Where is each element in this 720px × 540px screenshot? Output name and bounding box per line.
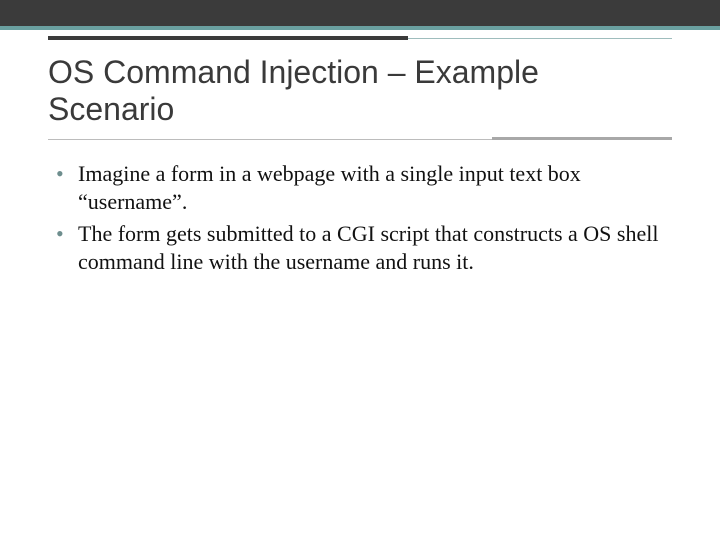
title-underline-short [492,137,672,140]
bullet-item: Imagine a form in a webpage with a singl… [56,160,664,216]
slide-title: OS Command Injection – Example Scenario [0,46,720,134]
title-underline-row [0,136,720,146]
accent-line-row [0,34,720,46]
slide: OS Command Injection – Example Scenario … [0,0,720,540]
bullet-list: Imagine a form in a webpage with a singl… [56,160,664,277]
slide-body: Imagine a form in a webpage with a singl… [0,146,720,277]
bullet-item: The form gets submitted to a CGI script … [56,220,664,276]
top-bar [0,0,720,30]
accent-thick-line [48,36,408,40]
